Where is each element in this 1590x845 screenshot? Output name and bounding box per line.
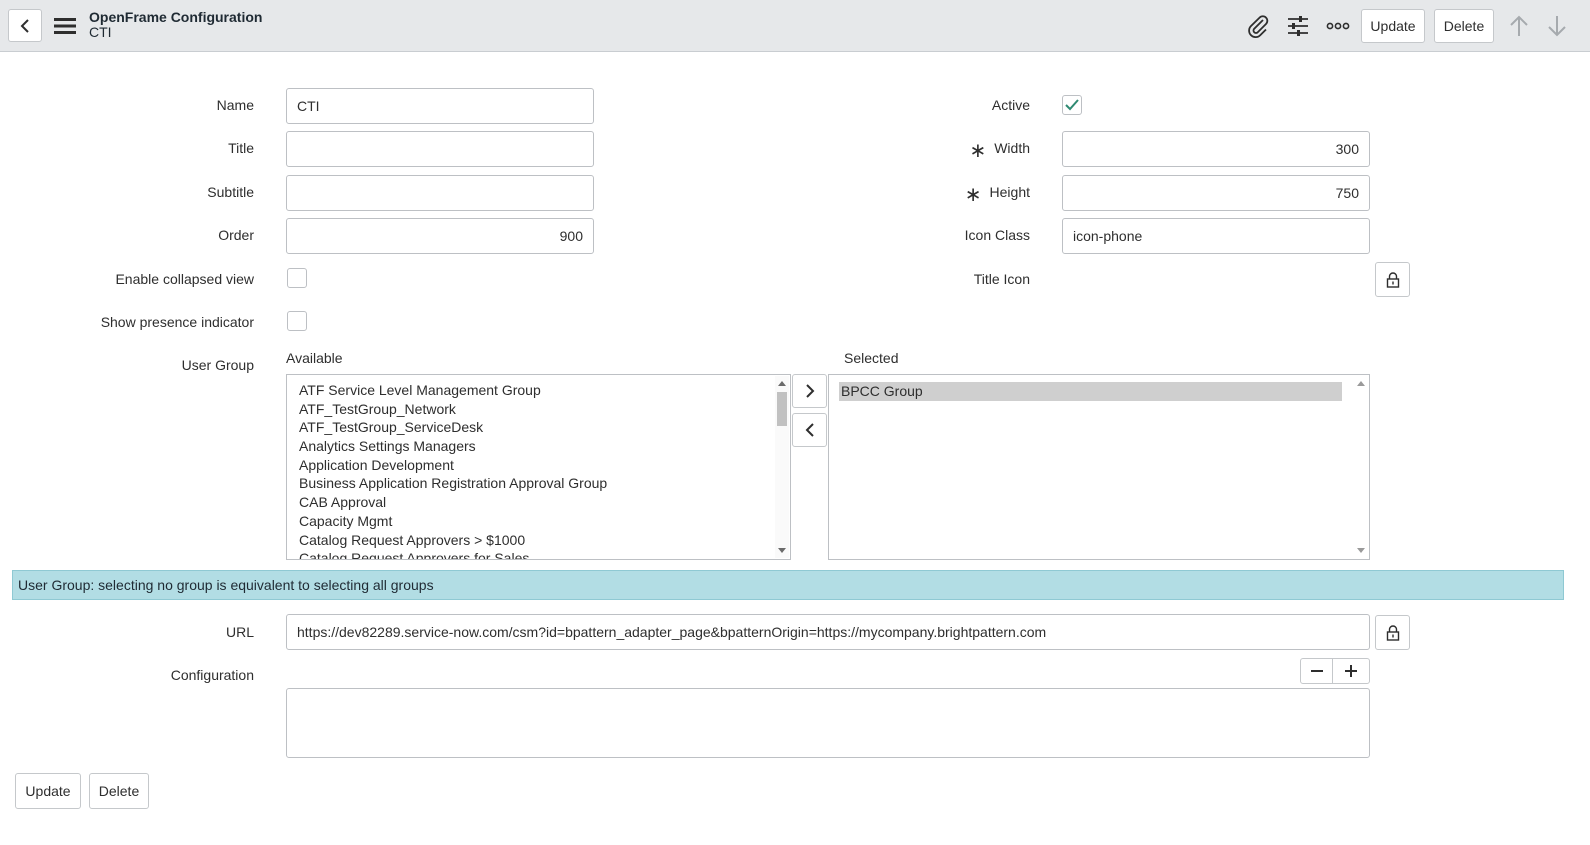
required-icon: ∗ xyxy=(964,184,982,206)
order-label: Order xyxy=(218,227,254,243)
list-item[interactable]: Catalog Request Approvers for Sales xyxy=(287,549,790,559)
footer-delete-button[interactable]: Delete xyxy=(89,773,149,809)
chevron-left-icon xyxy=(805,423,814,437)
attachment-icon[interactable] xyxy=(1245,13,1271,39)
scrollbar-thumb[interactable] xyxy=(777,392,787,426)
checkmark-icon xyxy=(1065,99,1079,111)
footer-update-button[interactable]: Update xyxy=(15,773,81,809)
list-item[interactable]: Application Development xyxy=(287,456,790,475)
list-item[interactable]: Business Application Registration Approv… xyxy=(287,474,790,493)
form-subtitle: CTI xyxy=(89,24,112,40)
scroll-down-icon[interactable] xyxy=(1357,548,1365,554)
arrow-up-icon[interactable] xyxy=(1506,13,1532,39)
selected-label: Selected xyxy=(844,350,899,366)
subtitle-label: Subtitle xyxy=(207,184,254,200)
configuration-textarea[interactable] xyxy=(286,688,1370,758)
selected-groups-list[interactable]: BPCC Group xyxy=(828,374,1370,560)
chevron-right-icon xyxy=(805,384,814,398)
title-icon-label-text: Title Icon xyxy=(973,271,1030,287)
expand-textarea-button[interactable] xyxy=(1332,658,1370,684)
name-field[interactable]: CTI xyxy=(286,88,594,124)
width-label: ∗ Width xyxy=(830,140,1030,162)
icon-class-label-text: Icon Class xyxy=(964,227,1030,243)
scroll-up-icon[interactable] xyxy=(778,380,786,386)
icon-class-field[interactable]: icon-phone xyxy=(1062,218,1370,254)
name-label: Name xyxy=(216,97,254,113)
height-label-text: Height xyxy=(989,184,1030,200)
width-label-text: Width xyxy=(994,140,1030,156)
menu-icon[interactable] xyxy=(53,14,77,38)
user-group-label: User Group xyxy=(181,357,254,373)
delete-button[interactable]: Delete xyxy=(1434,9,1494,43)
configuration-label: Configuration xyxy=(170,667,254,683)
height-field[interactable]: 750 xyxy=(1062,175,1370,211)
minus-icon xyxy=(1310,670,1323,672)
scroll-down-icon[interactable] xyxy=(778,548,786,554)
list-item[interactable]: ATF_TestGroup_Network xyxy=(287,400,790,419)
title-field[interactable] xyxy=(286,131,594,167)
more-options-icon[interactable] xyxy=(1325,13,1351,39)
icon-class-label: Icon Class xyxy=(830,227,1030,243)
collapsed-view-checkbox[interactable] xyxy=(287,268,307,288)
arrow-down-icon[interactable] xyxy=(1544,13,1570,39)
selected-item-label: BPCC Group xyxy=(841,383,923,399)
list-item[interactable]: Capacity Mgmt xyxy=(287,512,790,531)
height-label: ∗ Height xyxy=(830,184,1030,206)
chevron-left-icon xyxy=(20,18,29,33)
list-item[interactable]: Analytics Settings Managers xyxy=(287,437,790,456)
scroll-up-icon[interactable] xyxy=(1357,380,1365,386)
title-icon-label: Title Icon xyxy=(830,271,1030,287)
active-label-text: Active xyxy=(991,97,1030,113)
list-item[interactable]: ATF Service Level Management Group xyxy=(287,381,790,400)
lock-icon xyxy=(1386,271,1399,288)
available-scrollbar[interactable] xyxy=(775,376,789,558)
lock-icon xyxy=(1386,624,1399,641)
url-label: URL xyxy=(225,624,254,640)
active-checkbox[interactable] xyxy=(1062,95,1082,115)
settings-sliders-icon[interactable] xyxy=(1285,13,1311,39)
form-header: OpenFrame Configuration CTI Update Delet… xyxy=(0,0,1590,52)
selected-scrollbar[interactable] xyxy=(1354,376,1368,558)
shrink-textarea-button[interactable] xyxy=(1300,658,1333,684)
add-to-selected-button[interactable] xyxy=(792,374,827,408)
list-item[interactable]: ATF_TestGroup_ServiceDesk xyxy=(287,418,790,437)
url-field[interactable]: https://dev82289.service-now.com/csm?id=… xyxy=(286,614,1370,650)
presence-indicator-label: Show presence indicator xyxy=(100,314,254,330)
active-label: Active xyxy=(830,97,1030,113)
required-icon: ∗ xyxy=(969,140,987,162)
available-label: Available xyxy=(286,350,343,366)
title-icon-lock-button[interactable] xyxy=(1375,262,1410,297)
width-field[interactable]: 300 xyxy=(1062,131,1370,167)
list-item[interactable]: Catalog Request Approvers > $1000 xyxy=(287,531,790,550)
url-lock-button[interactable] xyxy=(1375,615,1410,650)
update-button[interactable]: Update xyxy=(1361,9,1425,43)
back-button[interactable] xyxy=(8,9,42,42)
subtitle-field[interactable] xyxy=(286,175,594,211)
title-label: Title xyxy=(228,140,254,156)
available-items: ATF Service Level Management Group ATF_T… xyxy=(287,375,790,559)
plus-icon xyxy=(1345,665,1357,677)
collapsed-view-label: Enable collapsed view xyxy=(115,271,254,287)
available-groups-list[interactable]: ATF Service Level Management Group ATF_T… xyxy=(286,374,791,560)
presence-indicator-checkbox[interactable] xyxy=(287,311,307,331)
order-field[interactable]: 900 xyxy=(286,218,594,254)
list-item[interactable]: CAB Approval xyxy=(287,493,790,512)
form-title: OpenFrame Configuration xyxy=(89,9,263,25)
user-group-info-message: User Group: selecting no group is equiva… xyxy=(12,570,1564,600)
remove-from-selected-button[interactable] xyxy=(792,413,827,447)
selected-item[interactable]: BPCC Group xyxy=(839,382,1342,401)
